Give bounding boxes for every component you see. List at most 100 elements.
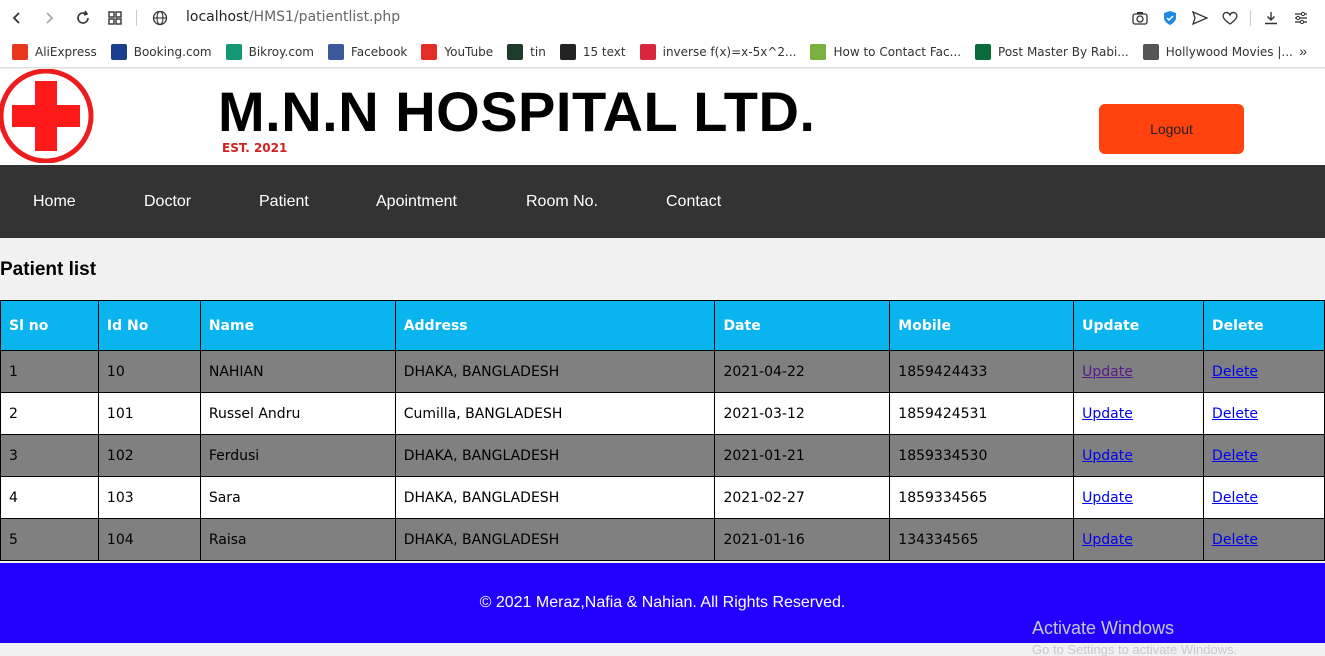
established-label: EST. 2021: [222, 141, 288, 155]
bookmark-label: YouTube: [444, 44, 494, 59]
bookmarks-overflow-icon[interactable]: »: [1299, 43, 1307, 59]
address-bar[interactable]: localhost/HMS1/patientlist.php: [186, 9, 400, 25]
download-icon[interactable]: [1261, 7, 1281, 29]
speed-dial-icon[interactable]: [104, 7, 126, 29]
bookmark-label: 15 text: [582, 44, 626, 59]
bookmark-item[interactable]: How to Contact Fac...: [810, 43, 961, 60]
reload-icon[interactable]: [72, 7, 94, 29]
update-link[interactable]: Update: [1082, 490, 1133, 506]
cell-date: 2021-01-21: [714, 434, 891, 477]
cell-id: 101: [97, 392, 201, 435]
cell-date: 2021-03-12: [714, 392, 891, 435]
bookmark-label: tin: [530, 44, 546, 59]
cell-address: DHAKA, BANGLADESH: [394, 518, 716, 561]
snapshot-icon[interactable]: [1130, 7, 1150, 29]
bookmark-item[interactable]: YouTube: [421, 43, 494, 60]
table-header-row: Sl no Id No Name Address Date Mobile Upd…: [0, 300, 1325, 351]
cell-sl: 1: [0, 350, 99, 393]
toolbar-right-icons: [1130, 7, 1311, 29]
activate-windows-watermark: Activate Windows: [1032, 618, 1175, 638]
delete-link[interactable]: Delete: [1212, 364, 1258, 380]
bookmarks-bar: AliExpress Booking.com Bikroy.com Facebook Y…: [0, 36, 1325, 68]
cell-address: DHAKA, BANGLADESH: [394, 476, 716, 519]
globe-icon: [149, 7, 171, 29]
delete-link[interactable]: Delete: [1212, 532, 1258, 548]
nav-contact[interactable]: Contact: [666, 165, 721, 238]
nav-appointment[interactable]: Apointment: [376, 165, 457, 238]
bookmark-item[interactable]: AliExpress: [12, 43, 97, 60]
bookmark-item[interactable]: Bikroy.com: [225, 43, 314, 60]
cell-mobile: 1859424531: [889, 392, 1075, 435]
bookmark-item[interactable]: Hollywood Movies |...: [1142, 43, 1293, 60]
cell-update: Update: [1073, 350, 1205, 393]
cell-update: Update: [1073, 518, 1205, 561]
site-header: M.N.N HOSPITAL LTD. EST. 2021 Logout: [0, 68, 1325, 165]
update-link[interactable]: Update: [1082, 532, 1133, 548]
bookmark-item[interactable]: Booking.com: [110, 43, 212, 60]
bookmark-item[interactable]: Post Master By Rabi...: [975, 43, 1129, 60]
cell-delete: Delete: [1203, 518, 1325, 561]
cell-delete: Delete: [1203, 350, 1325, 393]
nav-doctor[interactable]: Doctor: [144, 165, 191, 238]
bookmark-label: inverse f(x)=x-5x^2...: [662, 44, 797, 59]
bookmark-item[interactable]: tin: [507, 43, 546, 60]
delete-link[interactable]: Delete: [1212, 448, 1258, 464]
send-icon[interactable]: [1190, 7, 1210, 29]
booking-icon: [110, 43, 127, 60]
update-link[interactable]: Update: [1082, 364, 1133, 380]
copyright-text: © 2021 Meraz,Nafia & Nahian. All Rights …: [479, 594, 846, 611]
bikroy-icon: [225, 43, 242, 60]
browser-toolbar: localhost/HMS1/patientlist.php: [0, 0, 1325, 36]
heart-icon[interactable]: [1220, 7, 1240, 29]
bookmark-item[interactable]: inverse f(x)=x-5x^2...: [639, 43, 797, 60]
activate-windows-subtext: Go to Settings to activate Windows.: [1032, 642, 1238, 656]
map-pin-icon: [810, 43, 827, 60]
column-header-update: Update: [1073, 300, 1205, 351]
column-header-id: Id No: [97, 300, 201, 351]
cell-delete: Delete: [1203, 434, 1325, 477]
column-header-name: Name: [199, 300, 396, 351]
bookmark-label: Booking.com: [133, 44, 212, 59]
aliexpress-icon: [12, 43, 28, 60]
url-host: localhost: [186, 9, 249, 25]
bookmark-item[interactable]: 15 text: [559, 43, 626, 60]
flag-icon: [975, 43, 992, 60]
cell-name: Russel Andru: [199, 392, 396, 435]
text-icon: [559, 43, 576, 60]
cell-sl: 4: [0, 476, 99, 519]
youtube-icon: [421, 43, 438, 60]
column-header-mobile: Mobile: [889, 300, 1075, 351]
nav-patient[interactable]: Patient: [259, 165, 309, 238]
cell-mobile: 1859334530: [889, 434, 1075, 477]
bookmark-label: Facebook: [350, 44, 408, 59]
cell-sl: 2: [0, 392, 99, 435]
cell-address: DHAKA, BANGLADESH: [394, 350, 716, 393]
delete-link[interactable]: Delete: [1212, 406, 1258, 422]
toolbar-divider-right: [1250, 10, 1251, 26]
cell-delete: Delete: [1203, 476, 1325, 519]
main-navbar: Home Doctor Patient Apointment Room No. …: [0, 165, 1325, 238]
hospital-logo: [0, 68, 96, 164]
shield-icon[interactable]: [1160, 7, 1180, 29]
back-icon[interactable]: [6, 7, 28, 29]
table-row: 4 103 Sara DHAKA, BANGLADESH 2021-02-27 …: [0, 476, 1325, 519]
delete-link[interactable]: Delete: [1212, 490, 1258, 506]
nav-room-no[interactable]: Room No.: [526, 165, 598, 238]
forward-icon[interactable]: [38, 7, 60, 29]
cell-name: Raisa: [199, 518, 396, 561]
easy-setup-icon[interactable]: [1291, 7, 1311, 29]
table-row: 5 104 Raisa DHAKA, BANGLADESH 2021-01-16…: [0, 518, 1325, 561]
table-row: 2 101 Russel Andru Cumilla, BANGLADESH 2…: [0, 392, 1325, 435]
bookmark-item[interactable]: Facebook: [327, 43, 408, 60]
update-link[interactable]: Update: [1082, 406, 1133, 422]
cell-address: DHAKA, BANGLADESH: [394, 434, 716, 477]
nav-home[interactable]: Home: [33, 165, 76, 238]
tin-icon: [507, 43, 524, 60]
url-path: /HMS1/patientlist.php: [248, 9, 401, 25]
logout-button[interactable]: Logout: [1099, 104, 1244, 154]
column-header-delete: Delete: [1203, 300, 1325, 351]
cell-mobile: 1859424433: [889, 350, 1075, 393]
cell-mobile: 134334565: [889, 518, 1075, 561]
update-link[interactable]: Update: [1082, 448, 1133, 464]
cell-id: 104: [97, 518, 201, 561]
